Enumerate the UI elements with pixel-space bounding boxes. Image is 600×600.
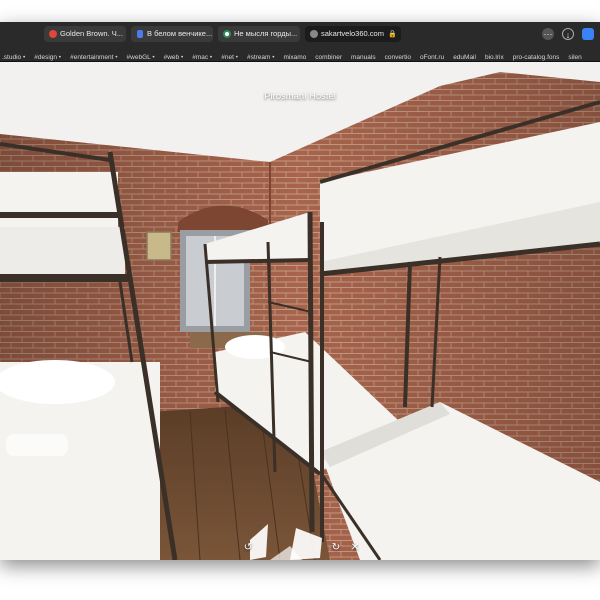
- bookmark[interactable]: #design •: [34, 50, 61, 61]
- bookmark[interactable]: combiner: [315, 50, 342, 61]
- panorama-viewer[interactable]: Pirosmani Hostel ↺ ↻ ✕: [0, 62, 600, 560]
- bookmark[interactable]: #webGL •: [127, 50, 155, 61]
- globe-icon: [310, 30, 318, 38]
- tab-ne-myslya-gordy[interactable]: Не мысля горды...: [218, 26, 300, 42]
- tab-golden-brown[interactable]: Golden Brown. Ч...: [44, 26, 126, 42]
- bookmarks-bar: .studio • #design • #entertainment • #webGL…: [0, 46, 600, 62]
- tab-bar: Golden Brown. Ч... В белом венчике... Не…: [0, 22, 600, 46]
- toolbar-icons: ⋯ ↓: [542, 27, 594, 41]
- extension-icon[interactable]: [582, 28, 594, 40]
- tab-label: Golden Brown. Ч...: [60, 29, 123, 38]
- rotate-right-icon[interactable]: ↻: [330, 542, 342, 554]
- pin-icon: [49, 30, 57, 38]
- bookmark[interactable]: #stream •: [247, 50, 275, 61]
- bookmark[interactable]: #entertainment •: [70, 50, 117, 61]
- bookmark[interactable]: manuals: [351, 50, 376, 61]
- more-icon[interactable]: ⋯: [542, 28, 554, 40]
- lock-icon: 🔒: [387, 31, 397, 38]
- rotate-left-icon[interactable]: ↺: [242, 542, 254, 554]
- wall-picture: [146, 231, 172, 261]
- bookmark[interactable]: convertio: [385, 50, 411, 61]
- close-icon[interactable]: ✕: [349, 542, 361, 554]
- bookmark[interactable]: silen: [568, 50, 581, 61]
- bookmark[interactable]: oFont.ru: [420, 50, 444, 61]
- bookmark[interactable]: #mac •: [192, 50, 212, 61]
- mic-icon: [137, 30, 143, 38]
- tab-v-belom-venchike[interactable]: В белом венчике...: [131, 26, 213, 42]
- bookmark[interactable]: bio.lrix: [485, 50, 504, 61]
- bookmark[interactable]: #web •: [164, 50, 184, 61]
- tab-label: Не мысля горды...: [234, 29, 298, 38]
- browser-window: Golden Brown. Ч... В белом венчике... Не…: [0, 22, 600, 560]
- bookmark[interactable]: #net •: [221, 50, 238, 61]
- bookmark[interactable]: pro-catalog.fons: [513, 50, 560, 61]
- bookmark[interactable]: mixamo: [284, 50, 307, 61]
- g-icon: [223, 30, 231, 38]
- download-icon[interactable]: ↓: [562, 28, 574, 40]
- room-title: Pirosmani Hostel: [264, 91, 336, 102]
- tab-label: sakartvelo360.com: [321, 29, 384, 38]
- tab-sakartvelo360[interactable]: sakartvelo360.com 🔒: [305, 26, 401, 42]
- bookmark[interactable]: .studio •: [2, 50, 25, 61]
- tab-label: В белом венчике...: [147, 29, 213, 38]
- bookmark[interactable]: eduMail: [453, 50, 476, 61]
- panorama-image[interactable]: [0, 62, 600, 560]
